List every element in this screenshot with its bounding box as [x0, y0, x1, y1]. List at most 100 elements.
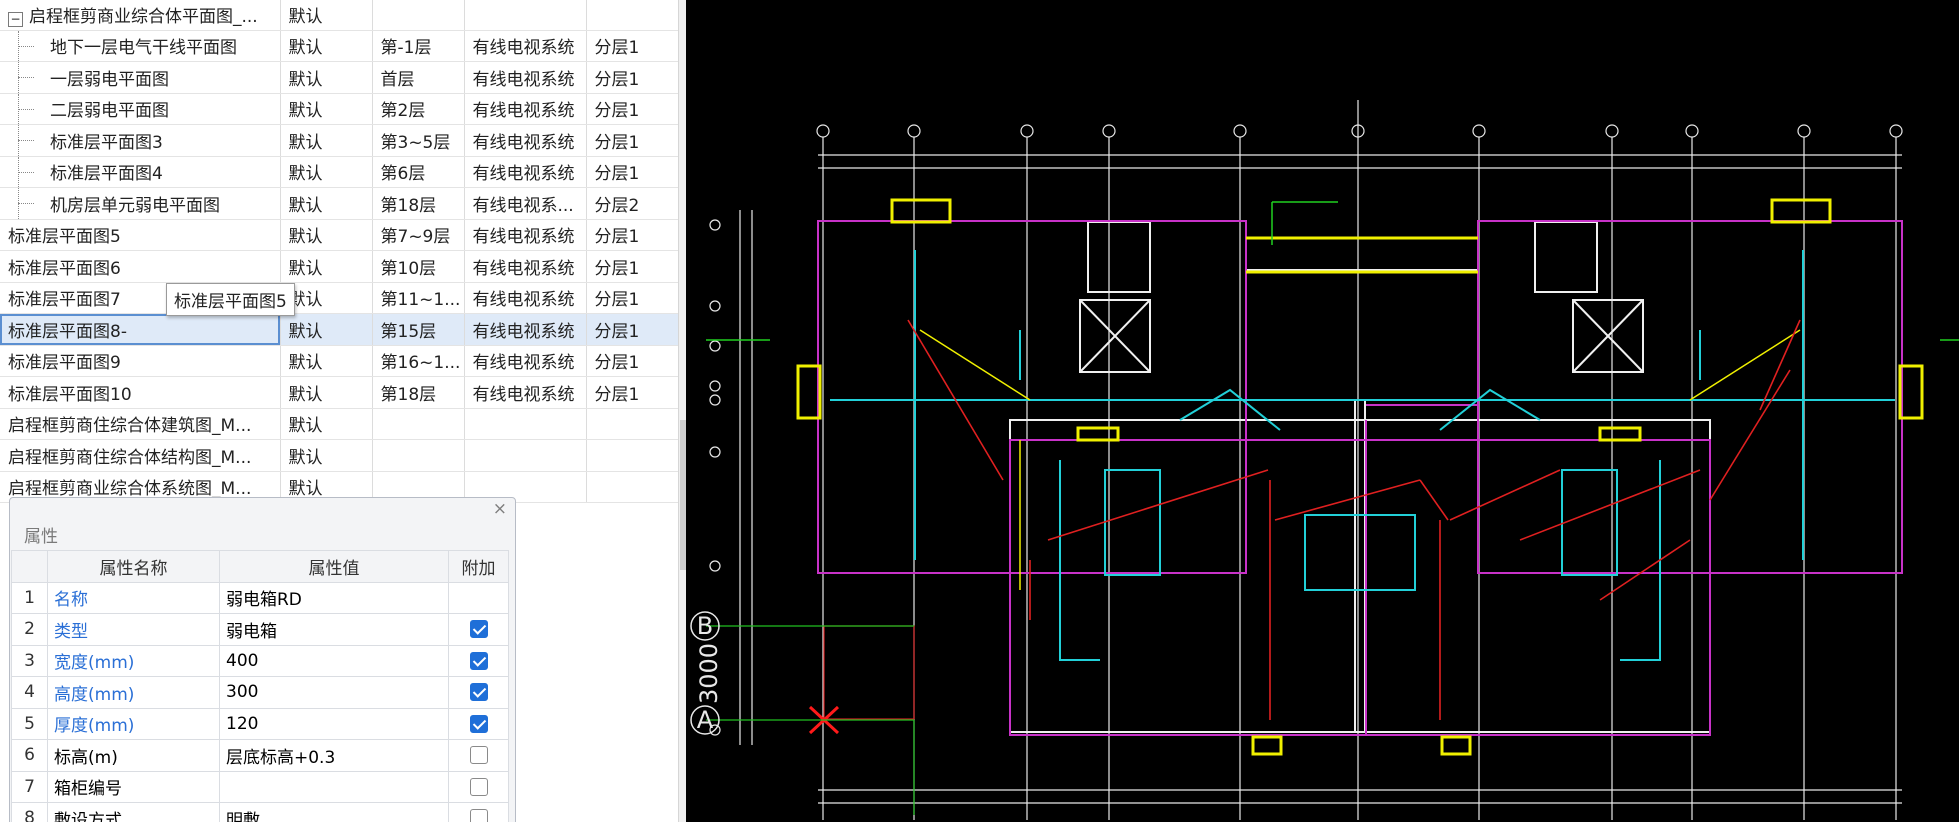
layer-cell[interactable]: 默认 [280, 408, 373, 440]
floor-cell[interactable]: 第10层 [372, 250, 465, 283]
drawing-name-cell[interactable]: 标准层平面图4 [0, 156, 281, 188]
system-cell[interactable] [464, 0, 587, 31]
floor-cell[interactable]: 第3~5层 [372, 124, 465, 157]
group-cell[interactable]: 分层1 [586, 313, 679, 346]
floor-cell[interactable]: 第7~9层 [372, 219, 465, 251]
drawing-list-row[interactable]: 地下一层电气干线平面图 默认 第-1层 有线电视系统 分层1 [0, 30, 679, 62]
drawing-list-row[interactable]: 标准层平面图10 默认 第18层 有线电视系统 分层1 [0, 376, 679, 409]
extra-checkbox[interactable] [469, 683, 488, 702]
drawing-list-row[interactable]: 启程框剪商住综合体建筑图_M... 默认 [0, 408, 679, 440]
drawing-name-cell[interactable]: 启程框剪商住综合体结构图_M... [0, 439, 281, 472]
layer-cell[interactable]: 默认 [280, 0, 373, 31]
floor-cell[interactable] [372, 0, 465, 31]
drawing-list-row[interactable]: 二层弱电平面图 默认 第2层 有线电视系统 分层1 [0, 93, 679, 125]
extra-checkbox[interactable] [469, 651, 488, 670]
property-value[interactable]: 明敷 [219, 802, 449, 822]
drawing-name-cell[interactable]: 启程框剪商住综合体建筑图_M... [0, 408, 281, 440]
drawing-list-row[interactable]: 标准层平面图8- 默认 第15层 有线电视系统 分层1 [0, 313, 679, 346]
layer-cell[interactable]: 默认 [280, 439, 373, 472]
floor-cell[interactable] [372, 408, 465, 440]
system-cell[interactable]: 有线电视系统 [464, 30, 587, 62]
drawing-name-cell[interactable]: 地下一层电气干线平面图 [0, 30, 281, 62]
floor-cell[interactable]: 第6层 [372, 156, 465, 188]
system-cell[interactable]: 有线电视系统 [464, 250, 587, 283]
group-cell[interactable]: 分层1 [586, 219, 679, 251]
floor-plan-drawing[interactable] [686, 0, 1959, 822]
property-row[interactable]: 1 名称 弱电箱RD [11, 581, 509, 614]
drawing-name-cell[interactable]: 机房层单元弱电平面图 [0, 187, 281, 220]
layer-cell[interactable]: 默认 [280, 313, 373, 346]
layer-cell[interactable]: 默认 [280, 61, 373, 94]
system-cell[interactable] [464, 408, 587, 440]
drawing-name-cell[interactable]: − 启程框剪商业综合体平面图_... [0, 0, 281, 31]
drawing-list-row[interactable]: 标准层平面图6 默认 第10层 有线电视系统 分层1 [0, 250, 679, 283]
drawing-name-cell[interactable]: 标准层平面图8- [0, 313, 281, 346]
group-cell[interactable]: 分层1 [586, 250, 679, 283]
property-row[interactable]: 4 高度(mm) 300 [11, 676, 509, 709]
property-row[interactable]: 6 标高(m) 层底标高+0.3 [11, 739, 509, 772]
group-cell[interactable]: 分层1 [586, 156, 679, 188]
floor-cell[interactable]: 第11~1... [372, 282, 465, 314]
drawing-list-row[interactable]: 标准层平面图3 默认 第3~5层 有线电视系统 分层1 [0, 124, 679, 157]
group-cell[interactable] [586, 471, 679, 503]
close-icon[interactable]: × [493, 499, 507, 519]
system-cell[interactable]: 有线电视系统 [464, 345, 587, 377]
property-row[interactable]: 5 厚度(mm) 120 [11, 707, 509, 740]
drawing-list-row[interactable]: 标准层平面图4 默认 第6层 有线电视系统 分层1 [0, 156, 679, 188]
extra-checkbox[interactable] [469, 777, 488, 796]
system-cell[interactable]: 有线电视系统 [464, 313, 587, 346]
layer-cell[interactable]: 默认 [280, 30, 373, 62]
system-cell[interactable]: 有线电视系统 [464, 124, 587, 157]
layer-cell[interactable]: 默认 [280, 187, 373, 220]
group-cell[interactable] [586, 0, 679, 31]
drawing-list-row[interactable]: 标准层平面图9 默认 第16~1... 有线电视系统 分层1 [0, 345, 679, 377]
floor-cell[interactable]: 第16~1... [372, 345, 465, 377]
system-cell[interactable]: 有线电视系统 [464, 219, 587, 251]
drawing-list-row[interactable]: 启程框剪商住综合体结构图_M... 默认 [0, 439, 679, 472]
drawing-name-cell[interactable]: 一层弱电平面图 [0, 61, 281, 94]
floor-cell[interactable]: 第18层 [372, 376, 465, 409]
layer-cell[interactable]: 默认 [280, 250, 373, 283]
layer-cell[interactable]: 默认 [280, 345, 373, 377]
drawing-list-row[interactable]: − 启程框剪商业综合体平面图_... 默认 [0, 0, 679, 31]
floor-cell[interactable]: 第-1层 [372, 30, 465, 62]
group-cell[interactable]: 分层1 [586, 30, 679, 62]
group-cell[interactable]: 分层1 [586, 345, 679, 377]
group-cell[interactable]: 分层1 [586, 282, 679, 314]
property-row[interactable]: 3 宽度(mm) 400 [11, 644, 509, 677]
drawing-name-cell[interactable]: 标准层平面图3 [0, 124, 281, 157]
cad-canvas[interactable]: B A 3000 [686, 0, 1959, 822]
floor-cell[interactable] [372, 439, 465, 472]
selected-element-overlay[interactable] [690, 611, 915, 815]
layer-cell[interactable]: 默认 [280, 93, 373, 125]
group-cell[interactable] [586, 439, 679, 472]
group-cell[interactable] [586, 408, 679, 440]
system-cell[interactable] [464, 439, 587, 472]
group-cell[interactable]: 分层1 [586, 61, 679, 94]
floor-cell[interactable]: 第15层 [372, 313, 465, 346]
property-row[interactable]: 8 敷设方式 明敷 [11, 802, 509, 822]
drawing-name-cell[interactable]: 二层弱电平面图 [0, 93, 281, 125]
system-cell[interactable]: 有线电视系... [464, 187, 587, 220]
property-value[interactable]: 300 [219, 676, 449, 709]
floor-cell[interactable]: 首层 [372, 61, 465, 94]
drawing-list-row[interactable]: 一层弱电平面图 默认 首层 有线电视系统 分层1 [0, 61, 679, 94]
group-cell[interactable]: 分层1 [586, 124, 679, 157]
floor-cell[interactable]: 第18层 [372, 187, 465, 220]
group-cell[interactable]: 分层2 [586, 187, 679, 220]
system-cell[interactable]: 有线电视系统 [464, 376, 587, 409]
drawing-list-row[interactable]: 标准层平面图7 默认 第11~1... 有线电视系统 分层1 [0, 282, 679, 314]
drawing-name-cell[interactable]: 标准层平面图5 [0, 219, 281, 251]
collapse-toggle-icon[interactable]: − [8, 11, 23, 27]
extra-checkbox[interactable] [469, 714, 488, 733]
property-value[interactable]: 120 [219, 707, 449, 740]
extra-checkbox[interactable] [469, 746, 488, 765]
extra-checkbox[interactable] [469, 809, 488, 822]
system-cell[interactable]: 有线电视系统 [464, 61, 587, 94]
property-value[interactable]: 层底标高+0.3 [219, 739, 449, 772]
layer-cell[interactable]: 默认 [280, 376, 373, 409]
property-value[interactable]: 弱电箱RD [219, 581, 449, 614]
property-value[interactable] [219, 770, 449, 803]
property-value[interactable]: 弱电箱 [219, 613, 449, 646]
group-cell[interactable]: 分层1 [586, 376, 679, 409]
